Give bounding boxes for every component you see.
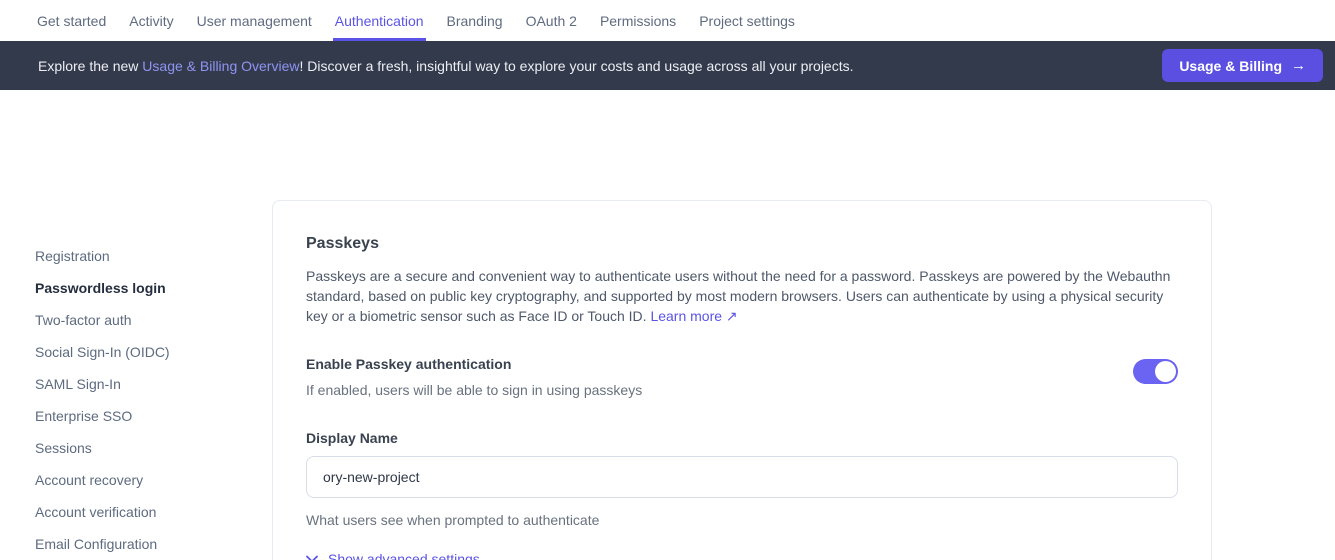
tab-permissions[interactable]: Permissions: [598, 0, 678, 41]
arrow-right-icon: →: [1291, 57, 1306, 74]
sidebar-item-two-factor-auth[interactable]: Two-factor auth: [35, 311, 255, 330]
card-body: Passkeys Passkeys are a secure and conve…: [273, 201, 1211, 560]
tab-authentication[interactable]: Authentication: [333, 0, 426, 41]
show-advanced-settings-label: Show advanced settings: [328, 551, 480, 560]
display-name-section: Display Name What users see when prompte…: [306, 430, 1178, 528]
display-name-label: Display Name: [306, 430, 1178, 446]
page-title: Passkeys: [306, 235, 1178, 253]
passkeys-description-text: Passkeys are a secure and convenient way…: [306, 268, 1170, 324]
toggle-knob: [1155, 361, 1176, 382]
top-navigation: Get started Activity User management Aut…: [0, 0, 1335, 41]
content-area: Registration Passwordless login Two-fact…: [0, 90, 1335, 560]
tab-project-settings[interactable]: Project settings: [697, 0, 797, 41]
sidebar-item-account-verification[interactable]: Account verification: [35, 503, 255, 522]
usage-billing-button[interactable]: Usage & Billing →: [1162, 49, 1323, 82]
usage-billing-button-label: Usage & Billing: [1179, 58, 1282, 74]
tab-get-started[interactable]: Get started: [35, 0, 108, 41]
sidebar-item-registration[interactable]: Registration: [35, 247, 255, 266]
sidebar-item-passwordless-login[interactable]: Passwordless login: [35, 279, 255, 298]
passkeys-description: Passkeys are a secure and convenient way…: [306, 266, 1178, 326]
tab-branding[interactable]: Branding: [445, 0, 505, 41]
sidebar-item-social-sign-in[interactable]: Social Sign-In (OIDC): [35, 343, 255, 362]
display-name-helper: What users see when prompted to authenti…: [306, 512, 1178, 528]
tab-oauth2[interactable]: OAuth 2: [524, 0, 579, 41]
sidebar-item-saml-sign-in[interactable]: SAML Sign-In: [35, 375, 255, 394]
settings-sidebar: Registration Passwordless login Two-fact…: [35, 247, 255, 560]
tab-user-management[interactable]: User management: [195, 0, 314, 41]
display-name-input[interactable]: [306, 456, 1178, 498]
usage-billing-overview-link[interactable]: Usage & Billing Overview: [142, 58, 299, 74]
banner-text: Explore the new Usage & Billing Overview…: [38, 58, 854, 74]
banner-text-suffix: ! Discover a fresh, insightful way to ex…: [299, 58, 853, 74]
external-link-icon: ↗: [726, 308, 738, 324]
sidebar-item-sessions[interactable]: Sessions: [35, 439, 255, 458]
enable-passkey-labels: Enable Passkey authentication If enabled…: [306, 356, 642, 398]
enable-passkey-label: Enable Passkey authentication: [306, 356, 642, 372]
usage-billing-banner: Explore the new Usage & Billing Overview…: [0, 41, 1335, 90]
sidebar-item-account-recovery[interactable]: Account recovery: [35, 471, 255, 490]
passkeys-settings-card: Passkeys Passkeys are a secure and conve…: [272, 200, 1212, 560]
learn-more-link[interactable]: Learn more ↗: [650, 308, 737, 324]
sidebar-item-enterprise-sso[interactable]: Enterprise SSO: [35, 407, 255, 426]
app-window: Get started Activity User management Aut…: [0, 0, 1335, 560]
banner-text-prefix: Explore the new: [38, 58, 142, 74]
enable-passkey-row: Enable Passkey authentication If enabled…: [306, 356, 1178, 398]
enable-passkey-subtext: If enabled, users will be able to sign i…: [306, 382, 642, 398]
chevron-down-icon: [306, 555, 318, 560]
tab-activity[interactable]: Activity: [127, 0, 175, 41]
passkey-toggle[interactable]: [1133, 359, 1178, 384]
show-advanced-settings[interactable]: Show advanced settings: [306, 551, 1178, 560]
sidebar-item-email-configuration[interactable]: Email Configuration: [35, 535, 255, 554]
